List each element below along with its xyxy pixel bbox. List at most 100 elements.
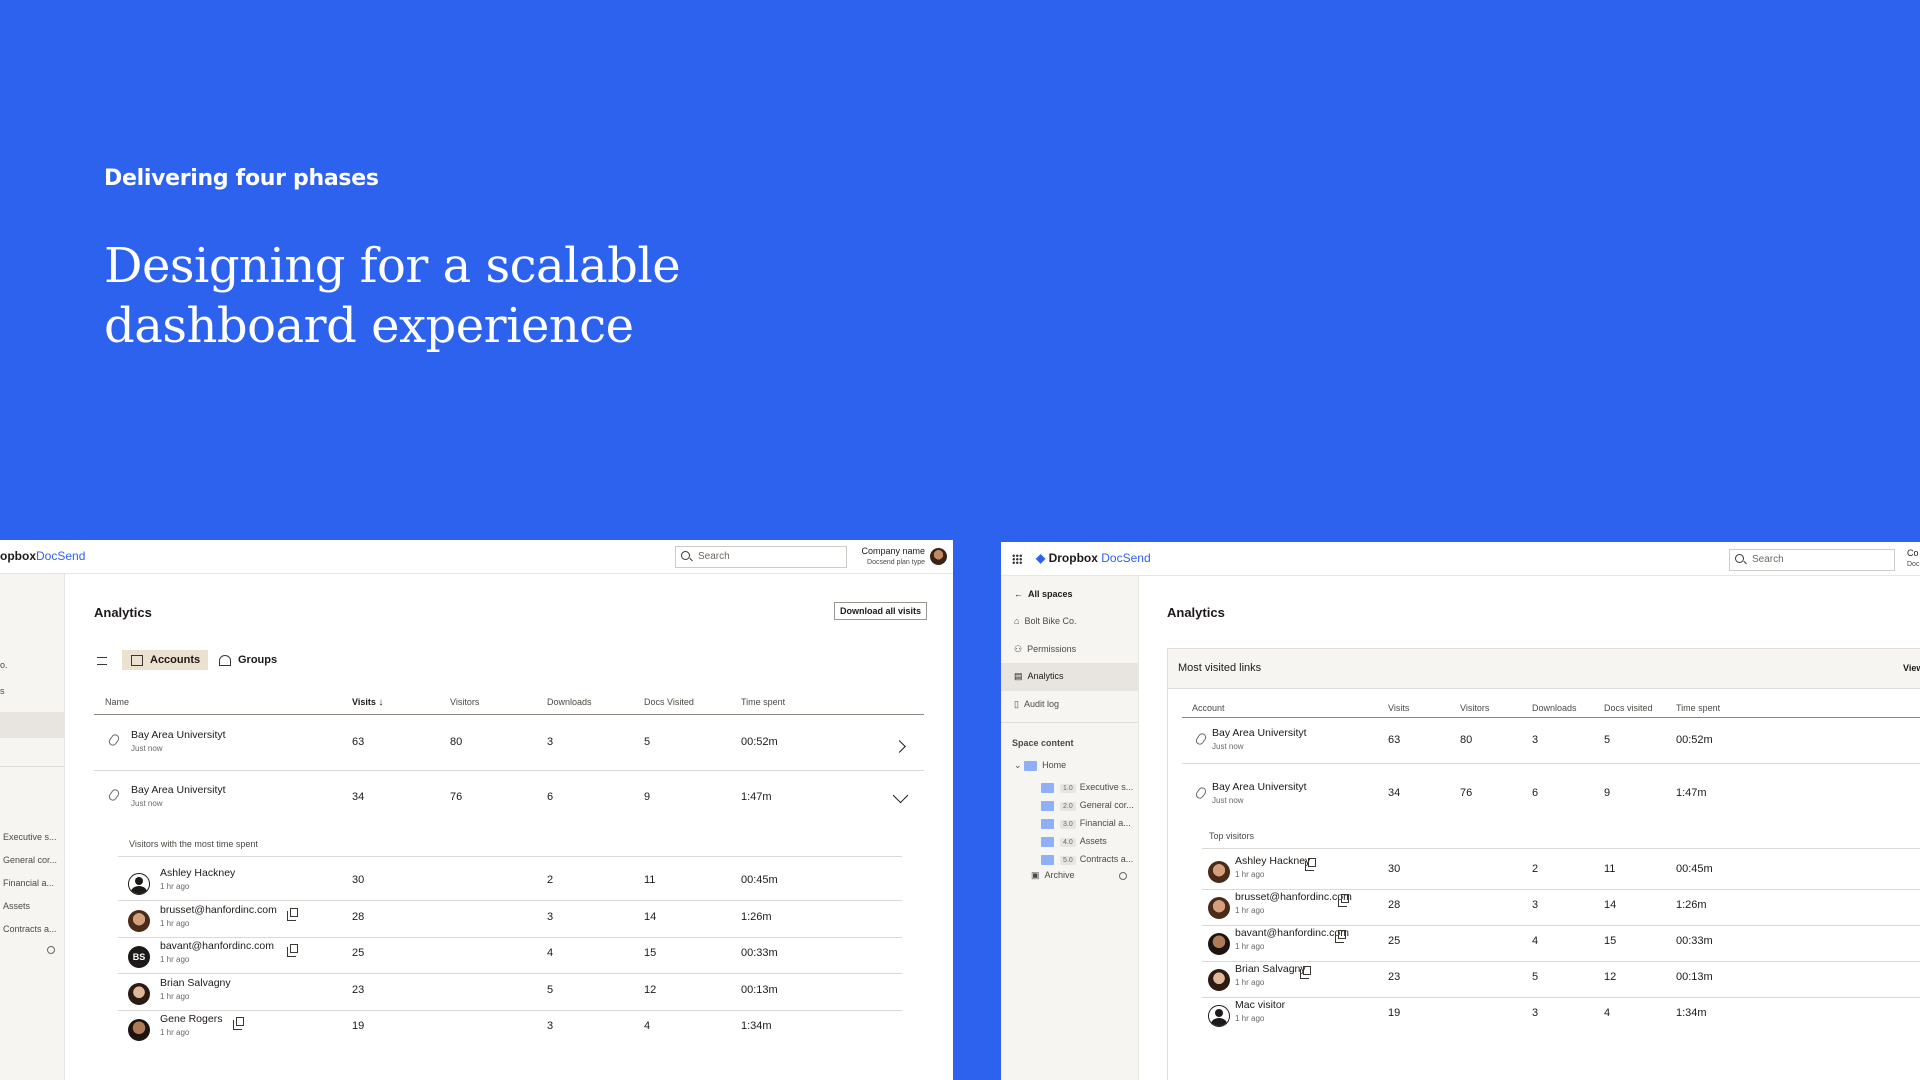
- copy-icon[interactable]: [1338, 894, 1349, 907]
- folder-label: Assets: [1079, 836, 1107, 846]
- sidebar-active-item[interactable]: [0, 712, 64, 738]
- time-spent-value: 00:33m: [1676, 935, 1713, 947]
- row-divider: [1202, 961, 1920, 962]
- sidebar-item-fragment[interactable]: o.: [0, 660, 8, 670]
- downloads-value: 6: [1532, 787, 1539, 799]
- sidebar-item-permissions[interactable]: ⚇ Permissions: [1014, 644, 1076, 655]
- sidebar-folder-item[interactable]: 2.0 General cor...: [1041, 800, 1134, 811]
- right-company-info[interactable]: Co Doc: [1907, 548, 1919, 570]
- column-header-account[interactable]: Account: [1192, 703, 1225, 713]
- copy-icon[interactable]: [287, 944, 298, 957]
- left-topbar: opboxDocSend Search Company name Docsend…: [0, 540, 953, 574]
- visits-value: 25: [1388, 935, 1401, 947]
- user-avatar[interactable]: [930, 548, 947, 565]
- info-icon[interactable]: [47, 946, 55, 954]
- account-last-visit: Just now: [131, 799, 163, 808]
- visitor-name[interactable]: brusset@hanfordinc.com: [160, 904, 277, 916]
- account-name[interactable]: Bay Area Universityt: [1212, 727, 1307, 739]
- sidebar-folder-item[interactable]: 4.0 Assets: [1041, 836, 1107, 847]
- analytics-icon: ▤: [1014, 671, 1023, 681]
- filter-icon[interactable]: [97, 657, 107, 665]
- view-all-link[interactable]: View: [1903, 663, 1920, 673]
- sidebar-folder-item[interactable]: 5.0 Contracts a...: [1041, 854, 1133, 865]
- copy-icon[interactable]: [1305, 858, 1316, 871]
- tab-groups[interactable]: Groups: [210, 650, 285, 670]
- column-header-downloads[interactable]: Downloads: [547, 697, 592, 707]
- app-grid-icon[interactable]: [1012, 554, 1022, 564]
- folder-icon: [1041, 782, 1054, 793]
- sidebar-folder-contracts[interactable]: Contracts a...: [3, 924, 57, 934]
- sidebar-folder-archive[interactable]: ▣ Archive: [1031, 870, 1075, 881]
- folder-label: Archive: [1044, 870, 1075, 880]
- sidebar-folder-assets[interactable]: Assets: [3, 901, 30, 911]
- groups-icon: [219, 655, 231, 666]
- downloads-value: 4: [547, 947, 554, 959]
- sidebar-folder-general[interactable]: General cor...: [3, 855, 57, 865]
- column-header-downloads[interactable]: Downloads: [1532, 703, 1577, 713]
- nav-label: Analytics: [1027, 671, 1064, 681]
- copy-icon[interactable]: [1300, 966, 1311, 979]
- sidebar-folder-executive[interactable]: Executive s...: [3, 832, 57, 842]
- column-header-visits[interactable]: Visits ↓: [352, 697, 383, 708]
- chevron-right-icon[interactable]: [893, 740, 906, 753]
- visitor-name[interactable]: Ashley Hackney: [160, 867, 235, 879]
- nav-label: Bolt Bike Co.: [1024, 616, 1077, 626]
- downloads-value: 3: [1532, 1007, 1539, 1019]
- visitor-name[interactable]: Brian Salvagny: [1235, 963, 1306, 975]
- time-spent-value: 1:26m: [1676, 899, 1707, 911]
- left-brand-logo[interactable]: opboxDocSend: [0, 549, 85, 563]
- column-header-docs-visited[interactable]: Docs visited: [1604, 703, 1653, 713]
- visitor-name[interactable]: bavant@hanfordinc.com: [160, 940, 274, 952]
- column-header-name[interactable]: Name: [105, 697, 129, 707]
- sidebar-folder-item[interactable]: 1.0 Executive s...: [1041, 782, 1133, 793]
- visitor-name[interactable]: Gene Rogers: [160, 1013, 222, 1025]
- info-icon[interactable]: [1119, 872, 1127, 880]
- visitor-last-visit: 1 hr ago: [160, 1028, 190, 1037]
- row-divider: [118, 900, 902, 901]
- column-header-visitors[interactable]: Visitors: [1460, 703, 1489, 713]
- right-dashboard-screenshot: ◆ Dropbox DocSend Search Co Doc ← All sp…: [1001, 542, 1920, 1080]
- tab-accounts[interactable]: Accounts: [122, 650, 209, 670]
- sidebar-folder-home[interactable]: ⌄ Home: [1014, 760, 1066, 771]
- card-title: Most visited links: [1178, 662, 1262, 674]
- column-header-time-spent[interactable]: Time spent: [1676, 703, 1720, 713]
- visitor-name[interactable]: Mac visitor: [1235, 999, 1285, 1011]
- sidebar-item-bolt-bike[interactable]: ⌂ Bolt Bike Co.: [1014, 616, 1076, 626]
- visitor-name[interactable]: brusset@hanfordinc.com: [1235, 891, 1352, 903]
- sidebar-item-analytics[interactable]: ▤ Analytics: [1014, 671, 1064, 682]
- sidebar-item-all-spaces[interactable]: ← All spaces: [1014, 589, 1073, 599]
- chevron-down-icon[interactable]: [892, 787, 909, 804]
- copy-icon[interactable]: [287, 907, 298, 921]
- left-sidebar: o. s Executive s... General cor... Finan…: [0, 574, 65, 1080]
- tab-label: Accounts: [150, 654, 201, 666]
- column-header-time-spent[interactable]: Time spent: [741, 697, 785, 707]
- folder-label: Financial a...: [1079, 818, 1131, 828]
- visitor-name[interactable]: Ashley Hackney: [1235, 855, 1310, 867]
- sidebar-divider: [0, 766, 64, 767]
- visitors-value: 80: [1460, 734, 1473, 746]
- sidebar-item-fragment[interactable]: s: [0, 686, 5, 696]
- column-header-docs-visited[interactable]: Docs Visited: [644, 697, 694, 707]
- copy-icon[interactable]: [233, 1017, 244, 1030]
- link-icon: [107, 732, 121, 748]
- sidebar-item-audit-log[interactable]: ▯ Audit log: [1014, 699, 1059, 710]
- visitor-name[interactable]: Brian Salvagny: [160, 977, 231, 989]
- copy-icon[interactable]: [1335, 930, 1346, 943]
- sidebar-folder-financial[interactable]: Financial a...: [3, 878, 54, 888]
- right-brand-logo[interactable]: ◆ Dropbox DocSend: [1036, 551, 1151, 565]
- column-header-visitors[interactable]: Visitors: [450, 697, 479, 707]
- left-company-info[interactable]: Company name Docsend plan type: [855, 546, 925, 568]
- visitors-section-label: Visitors with the most time spent: [129, 839, 258, 849]
- sidebar-folder-item[interactable]: 3.0 Financial a...: [1041, 818, 1131, 829]
- downloads-value: 3: [1532, 899, 1539, 911]
- account-name[interactable]: Bay Area Universityt: [131, 784, 226, 796]
- left-search-input[interactable]: Search: [675, 546, 847, 568]
- visitor-name[interactable]: bavant@hanfordinc.com: [1235, 927, 1349, 939]
- download-all-visits-button[interactable]: Download all visits: [834, 602, 928, 620]
- link-icon: [1194, 785, 1208, 801]
- right-search-input[interactable]: Search: [1729, 549, 1895, 571]
- account-name[interactable]: Bay Area Universityt: [131, 729, 226, 741]
- column-header-visits[interactable]: Visits: [1388, 703, 1409, 713]
- account-name[interactable]: Bay Area Universityt: [1212, 781, 1307, 793]
- row-divider: [1202, 848, 1920, 849]
